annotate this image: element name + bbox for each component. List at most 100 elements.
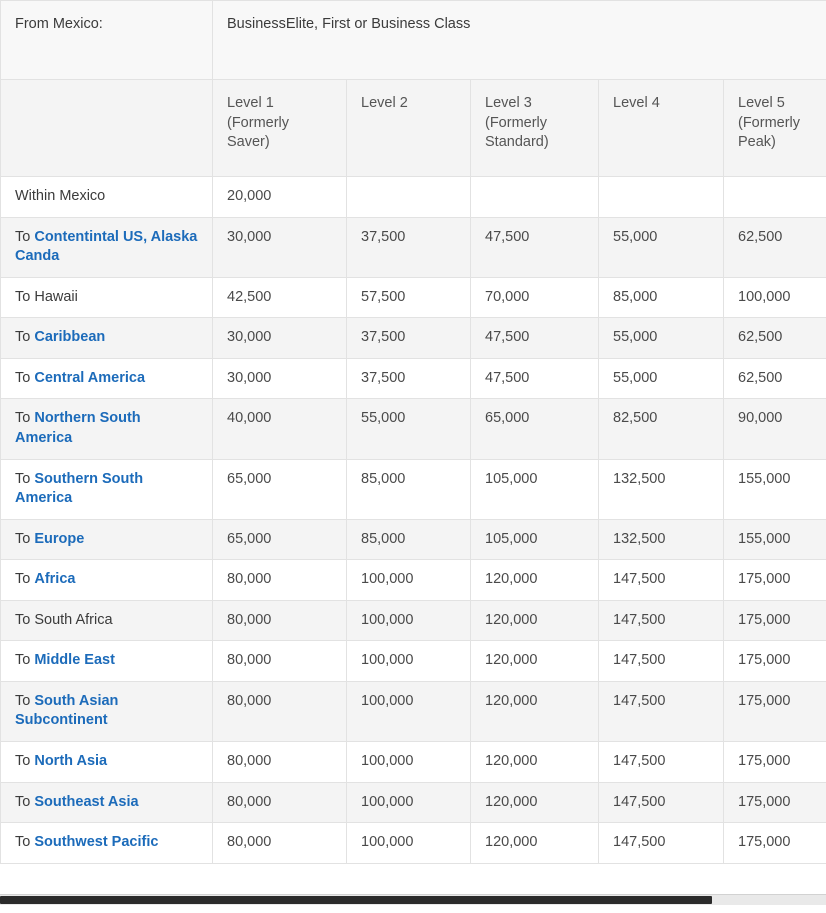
table-row: To Northern South America 40,000 55,000 65,… [0,398,826,460]
column-header-level-4: Level 4 [598,79,724,177]
table-body: Within Mexico 20,000 To Contentintal US, A… [0,176,826,864]
mileage-cell-level-2: 100,000 [346,559,471,601]
mileage-cell-level-2: 100,000 [346,599,471,642]
region-prefix: To [15,288,35,305]
mileage-cell-level-2: 37,500 [346,317,471,359]
mileage-cell-level-4: 85,000 [598,276,724,319]
mileage-cell-level-5: 175,000 [723,640,826,682]
region-cell: Within Mexico [0,176,213,218]
region-prefix: To [15,530,35,547]
mileage-cell-level-2: 100,000 [346,781,471,824]
mileage-cell-level-1: 80,000 [212,822,347,864]
region-link[interactable]: Contentintal US, Alaska Canda [15,229,197,265]
region-cell: To South Asian Subcontinent [0,680,213,743]
table-header: From Mexico: BusinessElite, First or Bus… [0,0,826,177]
mileage-cell-level-3: 70,000 [470,276,599,319]
mileage-cell-level-2 [346,176,471,218]
region-cell: To Hawaii [0,276,213,319]
column-header-line: Level 5 [738,95,785,111]
mileage-cell-level-3: 120,000 [470,781,599,824]
table-row: To Middle East 80,000 100,000 120,000 147,50… [0,640,826,682]
mileage-cell-level-5 [723,176,826,218]
mileage-cell-level-2: 57,500 [346,276,471,319]
column-header-level-5: Level 5 (Formerly Peak) [723,79,826,177]
region-cell: To Northern South America [0,398,213,460]
from-region-label: From Mexico: [0,0,213,80]
mileage-cell-level-5: 62,500 [723,317,826,359]
table-title-row: From Mexico: BusinessElite, First or Bus… [0,0,826,80]
region-link[interactable]: Southeast Asia [34,794,138,810]
mileage-cell-level-5: 175,000 [723,559,826,601]
region-cell: To Africa [0,559,213,601]
mileage-cell-level-2: 85,000 [346,518,471,561]
region-link[interactable]: Southern South America [15,471,143,507]
region-link[interactable]: Southwest Pacific [34,834,158,850]
region-prefix: To [15,228,35,245]
region-cell: To South Africa [0,599,213,642]
mileage-cell-level-1: 30,000 [212,357,347,400]
region-link[interactable]: North Asia [34,753,107,769]
mileage-cell-level-1: 80,000 [212,559,347,601]
region-link[interactable]: Middle East [34,652,115,668]
mileage-cell-level-1: 20,000 [212,176,347,218]
region-cell: To Central America [0,357,213,400]
column-header-level-1: Level 1 (Formerly Saver) [212,79,347,177]
mileage-cell-level-1: 65,000 [212,518,347,561]
column-header-line: Level 2 [361,95,408,111]
mileage-cell-level-5: 175,000 [723,741,826,783]
table-row: To Hawaii 42,500 57,500 70,000 85,000 100,000 [0,276,826,319]
table-row: To Southern South America 65,000 85,000 105… [0,458,826,520]
mileage-cell-level-1: 30,000 [212,317,347,359]
mileage-cell-level-5: 62,500 [723,216,826,278]
region-cell: To Southern South America [0,458,213,520]
mileage-cell-level-1: 40,000 [212,398,347,460]
mileage-cell-level-4: 55,000 [598,317,724,359]
region-cell: To Southwest Pacific [0,822,213,864]
region-cell: To Contentintal US, Alaska Canda [0,216,213,278]
mileage-cell-level-5: 90,000 [723,398,826,460]
mileage-cell-level-3: 47,500 [470,317,599,359]
mileage-cell-level-4: 82,500 [598,398,724,460]
column-header-line: (Formerly [738,114,801,131]
column-header-line: Standard) [485,134,549,151]
mileage-cell-level-2: 100,000 [346,680,471,743]
mileage-cell-level-5: 175,000 [723,781,826,824]
mileage-cell-level-3: 120,000 [470,559,599,601]
column-header-line: (Formerly [227,114,290,131]
region-prefix: To [15,470,35,487]
column-header-line: Level 3 [485,95,532,111]
region-prefix: To [15,834,35,851]
region-link[interactable]: Europe [34,531,84,547]
table-row: To Caribbean 30,000 37,500 47,500 55,000 62,5… [0,317,826,359]
mileage-cell-level-1: 42,500 [212,276,347,319]
region-prefix: To [15,793,35,810]
mileage-cell-level-1: 80,000 [212,781,347,824]
award-chart-table: From Mexico: BusinessElite, First or Bus… [0,0,826,864]
mileage-cell-level-4: 55,000 [598,357,724,400]
region-name: South Africa [34,611,113,628]
region-cell: To Middle East [0,640,213,682]
region-cell: To Southeast Asia [0,781,213,824]
region-name: Within Mexico [15,188,106,204]
table-row: To Contentintal US, Alaska Canda 30,000 37… [0,216,826,278]
table-row: To North Asia 80,000 100,000 120,000 147,500… [0,741,826,783]
horizontal-scrollbar[interactable] [0,894,826,905]
region-link[interactable]: Northern South America [15,410,141,446]
mileage-cell-level-4: 147,500 [598,741,724,783]
table-row: To South Asian Subcontinent 80,000 100,000… [0,680,826,743]
mileage-cell-level-2: 37,500 [346,216,471,278]
award-chart-scroll-region[interactable]: From Mexico: BusinessElite, First or Bus… [0,0,826,905]
region-link[interactable]: Africa [34,571,75,587]
column-header-line: Level 1 [227,95,274,111]
mileage-cell-level-2: 100,000 [346,640,471,682]
region-prefix: To [15,652,35,669]
region-cell: To North Asia [0,741,213,783]
horizontal-scrollbar-thumb[interactable] [0,896,712,904]
region-cell: To Caribbean [0,317,213,359]
mileage-cell-level-2: 37,500 [346,357,471,400]
mileage-cell-level-3: 105,000 [470,458,599,520]
mileage-cell-level-4: 132,500 [598,518,724,561]
region-link[interactable]: Central America [34,370,145,386]
mileage-cell-level-3: 47,500 [470,357,599,400]
region-link[interactable]: Caribbean [34,329,105,345]
